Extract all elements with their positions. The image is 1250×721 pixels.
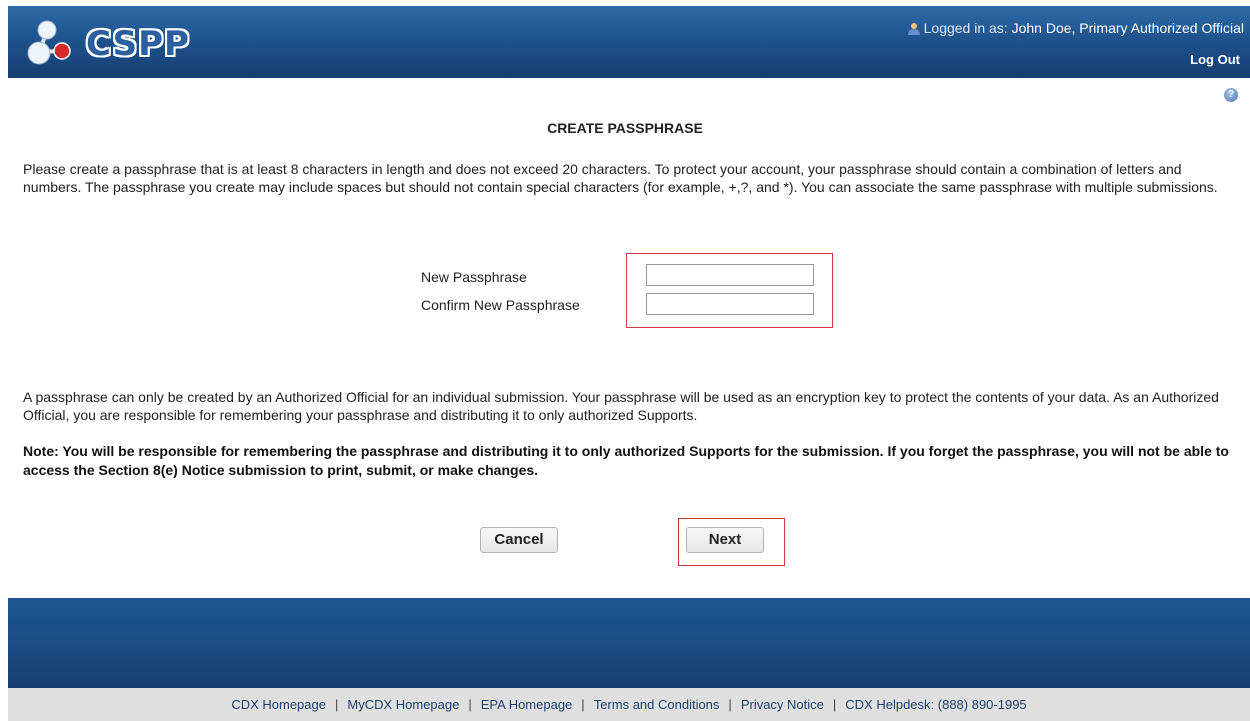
footer-band <box>8 598 1250 688</box>
header-bar: CSPP Logged in as: John Doe, Primary Aut… <box>8 6 1250 78</box>
footer-link-mycdx-homepage[interactable]: MyCDX Homepage <box>347 697 459 712</box>
logged-in-prefix: Logged in as: <box>923 20 1012 36</box>
footer-link-terms[interactable]: Terms and Conditions <box>594 697 720 712</box>
note-text: Note: You will be responsible for rememb… <box>23 443 1229 478</box>
next-button[interactable]: Next <box>686 527 764 553</box>
user-icon <box>907 23 920 35</box>
footer-link-epa-homepage[interactable]: EPA Homepage <box>481 697 573 712</box>
new-passphrase-field[interactable] <box>646 264 814 286</box>
cancel-button[interactable]: Cancel <box>480 527 558 553</box>
footer-separator: | <box>334 697 339 712</box>
user-name: John Doe, Primary Authorized Official <box>1011 20 1244 36</box>
footer-link-privacy[interactable]: Privacy Notice <box>741 697 824 712</box>
explanation-text: A passphrase can only be created by an A… <box>23 389 1219 423</box>
molecule-icon <box>27 20 71 65</box>
footer-link-cdx-homepage[interactable]: CDX Homepage <box>231 697 326 712</box>
confirm-passphrase-field[interactable] <box>646 293 814 315</box>
help-icon[interactable]: ? <box>1224 88 1238 102</box>
logo-text: CSPP <box>86 24 190 64</box>
footer-links: CDX Homepage | MyCDX Homepage | EPA Homepage… <box>8 688 1250 721</box>
cspp-logo[interactable]: CSPP <box>24 18 214 68</box>
page-title: CREATE PASSPHRASE <box>547 120 703 136</box>
footer-link-helpdesk[interactable]: CDX Helpdesk: (888) 890-1995 <box>845 697 1026 712</box>
footer-separator: | <box>581 697 585 712</box>
footer-separator: | <box>832 697 837 712</box>
logged-in-status: Logged in as: John Doe, Primary Authoriz… <box>907 20 1244 36</box>
logout-link[interactable]: Log Out <box>1190 52 1240 67</box>
confirm-passphrase-label: Confirm New Passphrase <box>421 297 580 313</box>
footer-separator: | <box>468 697 472 712</box>
footer-separator: | <box>728 697 732 712</box>
new-passphrase-label: New Passphrase <box>421 269 527 285</box>
intro-text: Please create a passphrase that is at le… <box>23 161 1218 195</box>
